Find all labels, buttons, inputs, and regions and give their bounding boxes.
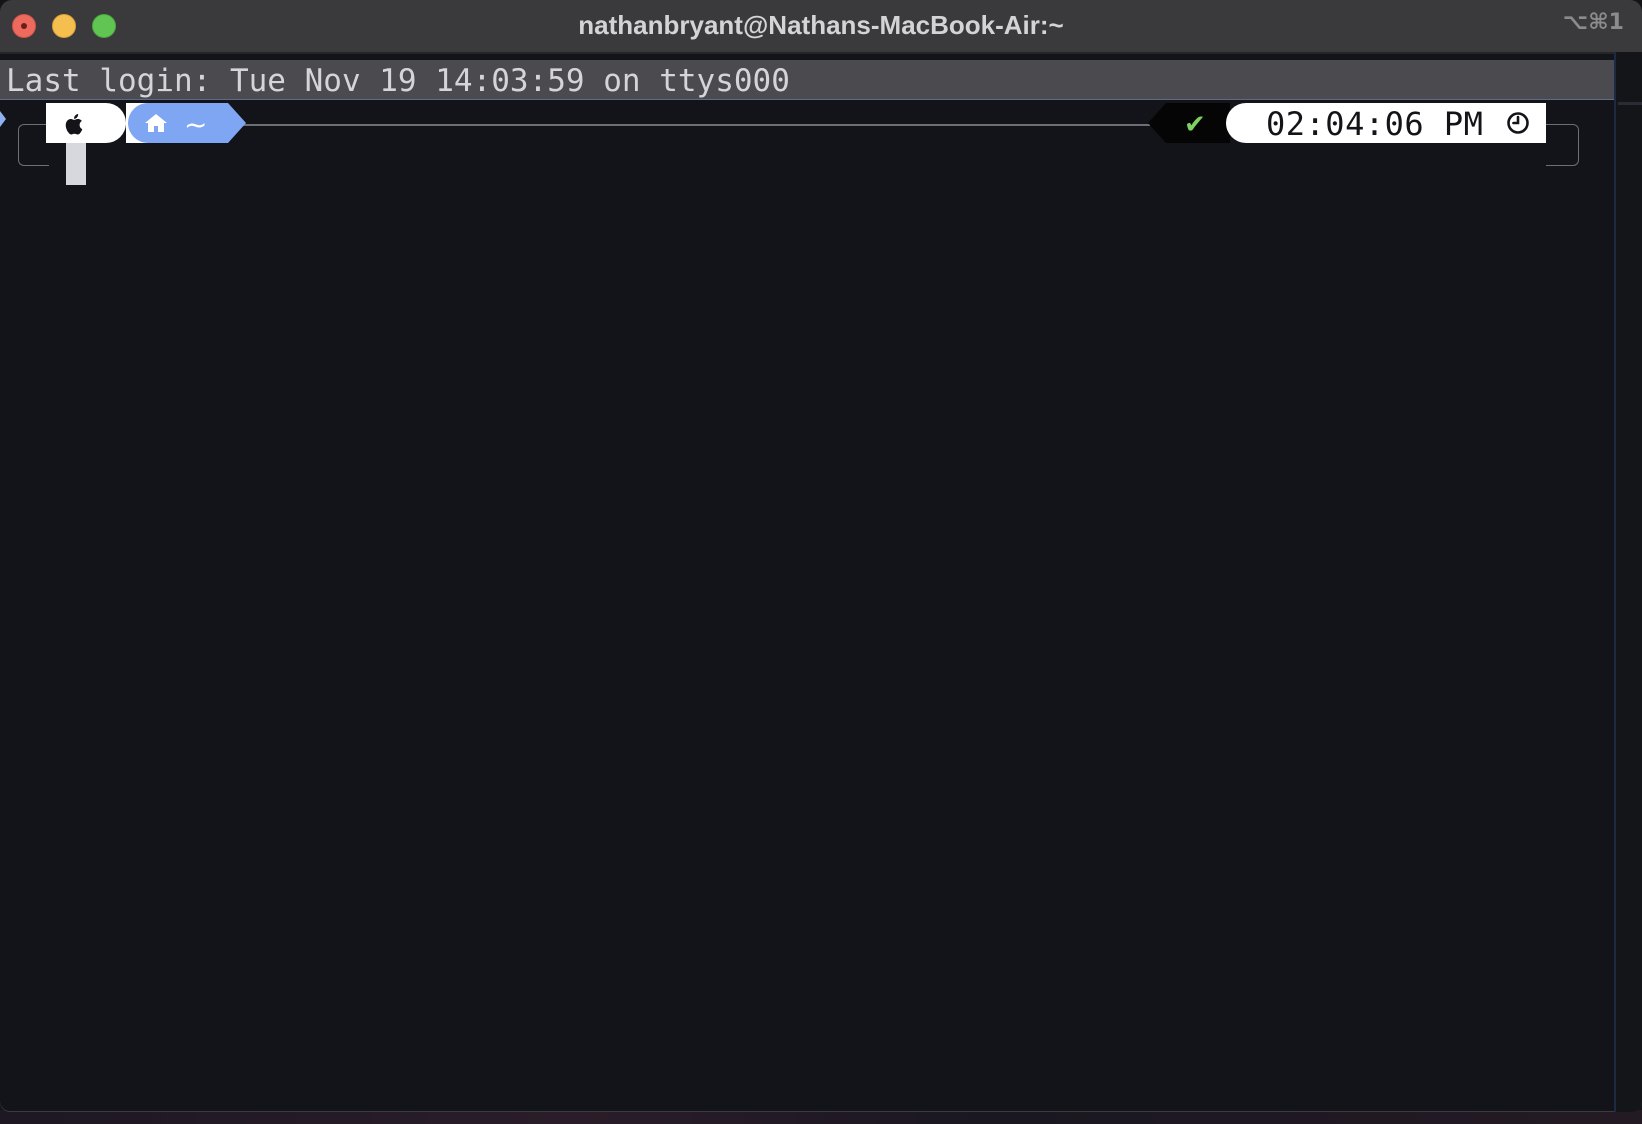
title-bar[interactable]: nathanbryant@Nathans-MacBook-Air:~ ⌥⌘1 xyxy=(0,0,1642,54)
last-login-line: Last login: Tue Nov 19 14:03:59 on ttys0… xyxy=(0,60,1616,100)
clock-icon xyxy=(1507,112,1529,134)
window-shortcut: ⌥⌘1 xyxy=(1562,10,1624,35)
prompt-time: 02:04:06 PM xyxy=(1266,105,1484,143)
terminal-cursor xyxy=(66,143,86,185)
prompt-frame-left xyxy=(18,124,49,166)
home-icon xyxy=(145,114,167,132)
prompt-directory: ~ xyxy=(184,108,208,141)
scrollbar-marker xyxy=(1618,102,1642,105)
desktop-background xyxy=(0,1110,1642,1124)
prompt-time-segment: 02:04:06 PM xyxy=(1226,103,1546,143)
check-icon: ✔ xyxy=(1184,110,1206,140)
prompt-frame-right xyxy=(1546,124,1579,166)
prompt-frame-line xyxy=(240,124,1150,126)
apple-icon xyxy=(65,114,83,135)
prompt-status-segment: ✔ xyxy=(1148,103,1230,143)
prompt-os-segment xyxy=(46,103,126,143)
terminal-window: nathanbryant@Nathans-MacBook-Air:~ ⌥⌘1 L… xyxy=(0,0,1642,1112)
prompt-directory-segment: ~ xyxy=(126,103,246,143)
prompt-edge-arrow-icon xyxy=(0,111,6,127)
window-title: nathanbryant@Nathans-MacBook-Air:~ xyxy=(578,10,1064,40)
scrollbar-track[interactable] xyxy=(1614,52,1642,1112)
